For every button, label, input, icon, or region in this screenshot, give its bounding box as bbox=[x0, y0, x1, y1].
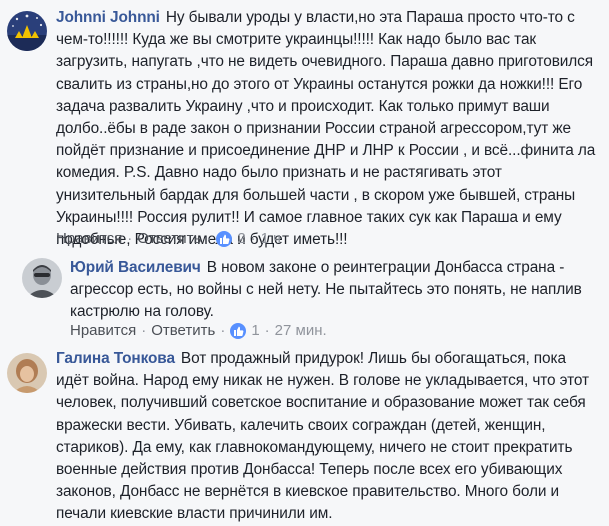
comment-time[interactable]: 1 ч bbox=[261, 230, 281, 248]
avatar[interactable] bbox=[7, 11, 47, 51]
separator-dot: · bbox=[141, 322, 147, 339]
comment-author[interactable]: Юрий Василевич bbox=[70, 259, 201, 276]
reaction-count: 2 bbox=[237, 230, 246, 247]
like-icon bbox=[230, 323, 247, 339]
comment: Юрий Василевич В новом законе о реинтегра… bbox=[0, 250, 609, 345]
avatar-image bbox=[7, 353, 47, 393]
comment-author[interactable]: Галина Тонкова bbox=[56, 350, 175, 367]
avatar-image bbox=[22, 258, 62, 298]
separator-dot: · bbox=[127, 230, 133, 247]
reply-link[interactable]: Ответить bbox=[151, 322, 215, 340]
comment-time[interactable]: 27 мин. bbox=[275, 322, 327, 340]
avatar[interactable] bbox=[22, 258, 62, 298]
comment: Johnni Johnni Ну бывали уроды у власти,но… bbox=[0, 0, 609, 250]
like-link[interactable]: Нравится bbox=[56, 230, 122, 248]
like-icon bbox=[216, 231, 233, 247]
comment-text: Вот продажный придурок! Лишь бы обогащат… bbox=[56, 350, 589, 523]
comments-section: Johnni Johnni Ну бывали уроды у власти,но… bbox=[0, 0, 609, 522]
separator-dot: · bbox=[264, 322, 270, 339]
separator-dot: · bbox=[220, 322, 226, 339]
comment-actions: Нравится · Ответить · 1 · 27 мин. bbox=[70, 322, 327, 340]
comment-text: Ну бывали уроды у власти,но эта Параша п… bbox=[56, 9, 596, 249]
comment-body: Johnni Johnni Ну бывали уроды у власти,но… bbox=[56, 7, 601, 251]
like-link[interactable]: Нравится bbox=[70, 322, 136, 340]
reactions-summary[interactable]: 2 bbox=[216, 230, 246, 248]
separator-dot: · bbox=[250, 230, 256, 247]
comment-actions: Нравится · Ответить · 2 · 1 ч bbox=[56, 230, 281, 248]
comment-body: Юрий Василевич В новом законе о реинтегра… bbox=[70, 257, 601, 324]
reactions-summary[interactable]: 1 bbox=[230, 322, 260, 340]
comment-author[interactable]: Johnni Johnni bbox=[56, 9, 160, 26]
reply-link[interactable]: Ответить bbox=[137, 230, 201, 248]
comment: Галина Тонкова Вот продажный придурок! Ли… bbox=[0, 345, 609, 522]
separator-dot: · bbox=[206, 230, 212, 247]
comment-body: Галина Тонкова Вот продажный придурок! Ли… bbox=[56, 348, 601, 526]
avatar[interactable] bbox=[7, 353, 47, 393]
reaction-count: 1 bbox=[251, 322, 260, 339]
avatar-image bbox=[7, 11, 47, 51]
